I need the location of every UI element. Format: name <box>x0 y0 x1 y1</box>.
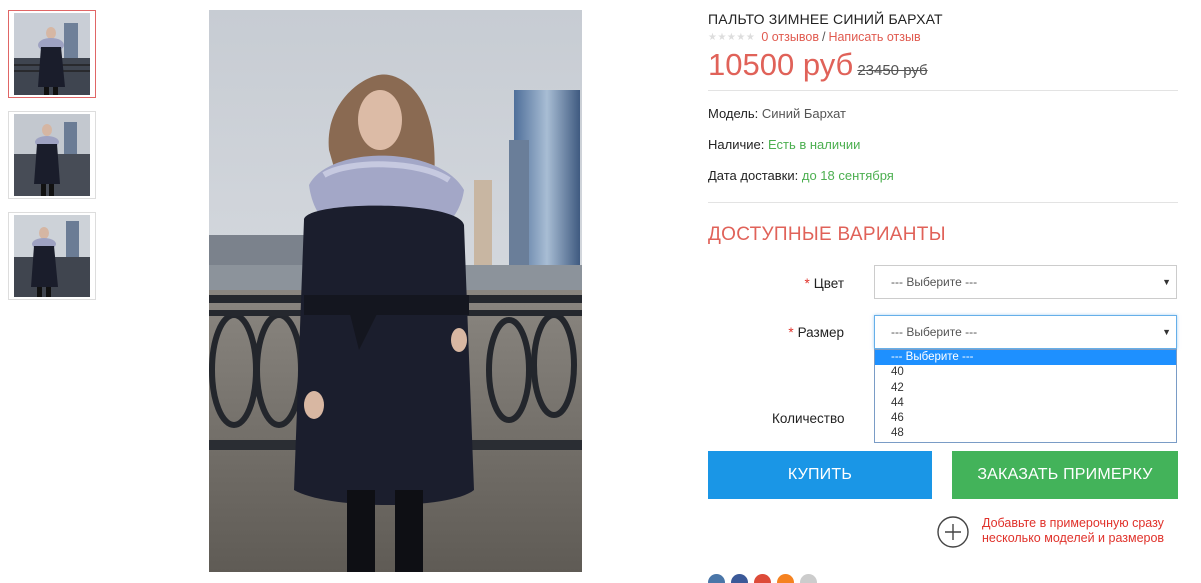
model-label: Модель: <box>708 106 759 121</box>
current-price: 10500 руб <box>708 47 854 82</box>
stock-value: Есть в наличии <box>767 137 861 152</box>
delivery-label: Дата доставки: <box>708 168 799 183</box>
size-option[interactable]: 46 <box>875 411 1176 426</box>
chevron-down-icon: ▼ <box>1162 277 1171 287</box>
chevron-down-icon: ▼ <box>1162 327 1171 337</box>
write-review-link[interactable]: Написать отзыв <box>828 30 920 44</box>
reviews-separator: / <box>821 30 826 44</box>
variants-title: ДОСТУПНЫЕ ВАРИАНТЫ <box>708 224 946 245</box>
product-title: ПАЛЬТО ЗИМНЕЕ СИНИЙ БАРХАТ <box>708 11 943 27</box>
required-mark: * <box>804 276 810 291</box>
thumbnail-image <box>14 114 90 196</box>
reviews-count-link[interactable]: 0 отзывов <box>761 30 819 44</box>
order-fitting-button[interactable]: ЗАКАЗАТЬ ПРИМЕРКУ <box>952 451 1178 499</box>
buy-button[interactable]: КУПИТЬ <box>708 451 932 499</box>
main-product-image[interactable] <box>209 10 582 572</box>
size-option[interactable]: --- Выберите --- <box>875 350 1176 366</box>
stock-label: Наличие: <box>708 137 765 152</box>
social-share <box>708 574 823 583</box>
thumbnail-image <box>14 13 90 95</box>
odnoklassniki-icon[interactable] <box>777 574 794 583</box>
size-option[interactable]: 42 <box>875 381 1176 396</box>
add-to-fitting-plus-icon[interactable] <box>937 516 969 548</box>
size-label: * Размер <box>788 325 844 340</box>
vk-icon[interactable] <box>708 574 725 583</box>
size-option[interactable]: 40 <box>875 365 1176 380</box>
thumbnail-image <box>14 215 90 297</box>
size-label-text: Размер <box>797 325 844 340</box>
more-share-icon[interactable] <box>800 574 817 583</box>
old-price: 23450 руб <box>857 62 928 79</box>
color-select-value: --- Выберите --- <box>891 275 978 289</box>
delivery-value: до 18 сентября <box>801 168 894 183</box>
price-block: 10500 руб 23450 руб <box>708 47 928 83</box>
fitting-note: Добавьте в примерочную сразу несколько м… <box>982 516 1165 545</box>
color-label-text: Цвет <box>813 276 844 291</box>
size-dropdown-list[interactable]: --- Выберите --- 40 42 44 46 48 <box>874 349 1177 443</box>
model-row: Модель: Синий Бархат <box>708 106 846 121</box>
rating-row: ★★★★★ 0 отзывов / Написать отзыв <box>708 30 921 44</box>
size-select[interactable]: --- Выберите --- ▼ <box>874 315 1177 349</box>
rating-stars-icon: ★★★★★ <box>708 31 756 43</box>
model-value: Синий Бархат <box>761 106 846 121</box>
color-select[interactable]: --- Выберите --- ▼ <box>874 265 1177 299</box>
stock-row: Наличие: Есть в наличии <box>708 137 860 152</box>
size-option[interactable]: 44 <box>875 396 1176 411</box>
google-plus-icon[interactable] <box>754 574 771 583</box>
thumbnail-gallery <box>8 10 96 313</box>
quantity-label: Количество <box>772 411 845 426</box>
size-option[interactable]: 48 <box>875 426 1176 441</box>
divider <box>708 202 1178 203</box>
thumbnail-1[interactable] <box>8 10 96 98</box>
required-mark: * <box>788 325 794 340</box>
delivery-row: Дата доставки: до 18 сентября <box>708 168 894 183</box>
divider <box>708 90 1178 91</box>
thumbnail-3[interactable] <box>8 212 96 300</box>
size-select-value: --- Выберите --- <box>891 325 978 339</box>
color-label: * Цвет <box>804 276 844 291</box>
facebook-icon[interactable] <box>731 574 748 583</box>
thumbnail-2[interactable] <box>8 111 96 199</box>
